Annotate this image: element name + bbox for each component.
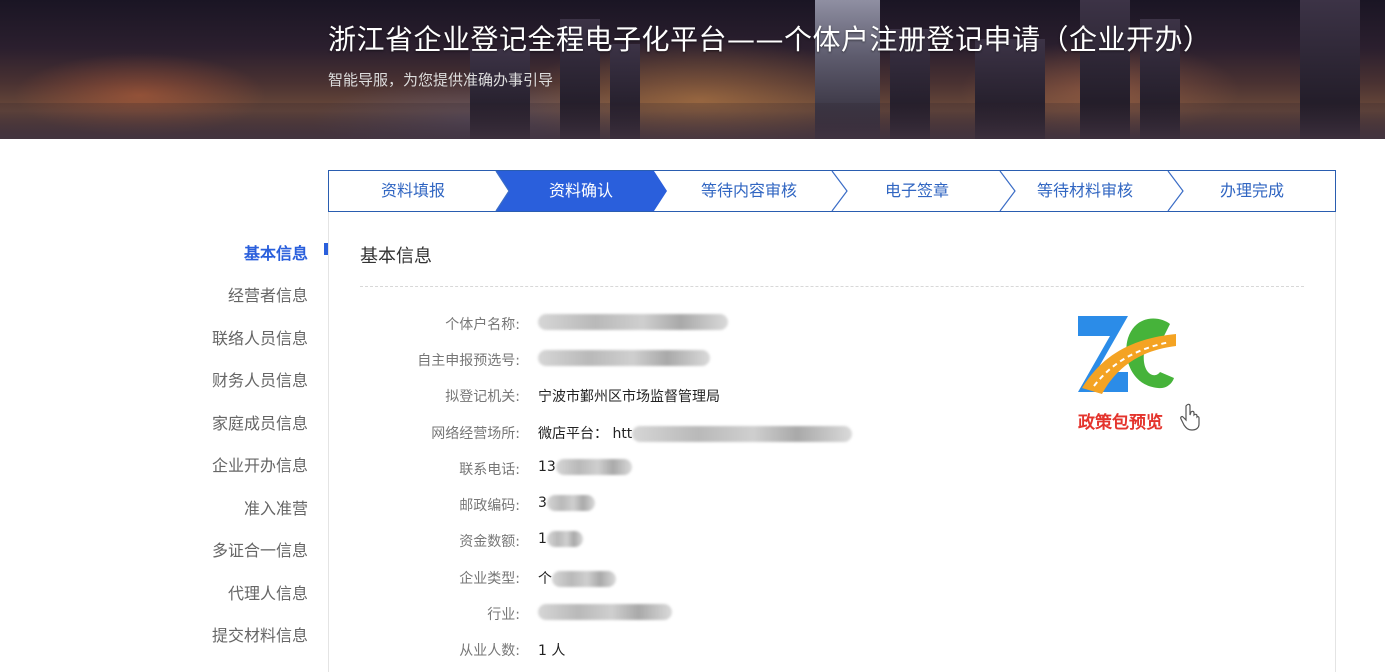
field-value-text: 13 [538, 459, 556, 475]
field-value [538, 350, 710, 366]
step-content-review: 等待内容审核 [700, 181, 797, 200]
field-label: 自主申报预选号: [417, 353, 520, 369]
field-label: 联系电话: [459, 462, 520, 478]
step-fill-in: 资料填报 [380, 181, 445, 200]
field-label: 行业: [487, 607, 520, 623]
section-divider [360, 286, 1304, 287]
policy-package-preview-link[interactable]: 政策包预览 [1078, 408, 1163, 433]
field-value: 1 人 [538, 643, 566, 659]
sidebar-item-liaison-info[interactable]: 联络人员信息 [190, 325, 308, 349]
sidebar-item-access-permit[interactable]: 准入准营 [190, 495, 308, 519]
sidebar-item-family-info[interactable]: 家庭成员信息 [190, 410, 308, 434]
page-subtitle: 智能导服，为您提供准确办事引导 [328, 71, 554, 89]
redacted-value [546, 531, 583, 547]
field-label: 网络经营场所: [431, 426, 520, 442]
field-value: 个 [538, 568, 616, 588]
field-label: 拟登记机关: [445, 389, 520, 405]
banner-water [0, 103, 1385, 139]
redacted-value [538, 350, 710, 366]
field-label: 从业人数: [459, 643, 520, 659]
redacted-value [538, 604, 672, 620]
sidebar-item-agent-info[interactable]: 代理人信息 [190, 580, 308, 604]
field-label: 邮政编码: [459, 498, 520, 514]
field-value-text: 个 [538, 571, 552, 587]
step-e-signature: 电子签章 [884, 181, 949, 200]
sidebar-item-basic-info[interactable]: 基本信息 [190, 240, 308, 264]
field-label: 企业类型: [459, 571, 520, 587]
step-confirm: 资料确认 [548, 181, 613, 200]
field-label: 个体户名称: [445, 317, 520, 333]
sidebar-item-operator-info[interactable]: 经营者信息 [190, 282, 308, 306]
redacted-value [555, 459, 632, 475]
field-value: 3 [538, 495, 595, 511]
step-material-review: 等待材料审核 [1036, 181, 1133, 200]
field-value: 宁波市鄞州区市场监督管理局 [538, 389, 720, 405]
redacted-value [546, 495, 595, 511]
field-value [538, 604, 672, 620]
field-value [538, 314, 728, 330]
redacted-value [552, 571, 616, 587]
hand-pointer-icon [1180, 403, 1200, 431]
section-title: 基本信息 [360, 246, 432, 267]
field-value: 13 [538, 459, 632, 475]
field-value-text: 微店平台： htt [538, 426, 633, 442]
redacted-value [632, 426, 853, 442]
page-title: 浙江省企业登记全程电子化平台——个体户注册登记申请（企业开办） [328, 23, 1212, 56]
zc-logo-icon[interactable] [1074, 312, 1178, 398]
redacted-value [538, 314, 728, 330]
field-label: 资金数额: [459, 534, 520, 550]
step-progress: 资料填报 资料确认 等待内容审核 电子签章 等待材料审核 办理完成 [328, 170, 1336, 212]
sidebar-item-submitted-materials[interactable]: 提交材料信息 [190, 622, 308, 646]
header-banner: 浙江省企业登记全程电子化平台——个体户注册登记申请（企业开办） 智能导服，为您提… [0, 0, 1385, 139]
field-value: 1 [538, 531, 583, 547]
sidebar-item-finance-info[interactable]: 财务人员信息 [190, 367, 308, 391]
field-value-text: 3 [538, 495, 547, 511]
sidebar-item-business-start-info[interactable]: 企业开办信息 [190, 452, 308, 476]
field-value-text: 1 [538, 531, 547, 547]
field-value: 微店平台： htt [538, 423, 853, 443]
sidebar-item-multi-cert-info[interactable]: 多证合一信息 [190, 537, 308, 561]
step-complete: 办理完成 [1219, 181, 1284, 200]
